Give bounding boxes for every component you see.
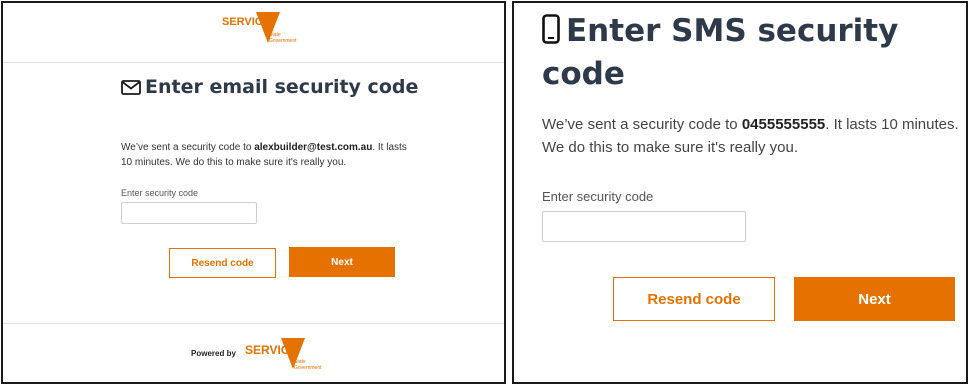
phone-number: 0455555555 bbox=[741, 116, 826, 133]
message-prefix: We’ve sent a security code to bbox=[121, 142, 255, 153]
email-address: alexbuilder@test.com.au bbox=[254, 142, 373, 153]
page-title: Enter email security code bbox=[121, 75, 421, 101]
email-code-panel: SERVICE State Government Enter email sec… bbox=[1, 1, 506, 384]
security-code-input[interactable] bbox=[121, 202, 257, 224]
header: SERVICE State Government bbox=[3, 3, 504, 63]
security-code-input[interactable] bbox=[542, 211, 746, 242]
resend-code-button[interactable]: Resend code bbox=[169, 248, 276, 278]
footer-service-logo: SERVICE State Government bbox=[245, 338, 322, 371]
mobile-phone-icon bbox=[542, 14, 560, 54]
powered-by-label: Powered by bbox=[191, 349, 236, 358]
security-code-label: Enter security code bbox=[542, 189, 654, 204]
title-text: Enter SMS security code bbox=[542, 13, 899, 92]
footer-logo-sub-line2: Government bbox=[294, 365, 322, 371]
instruction-text: We’ve sent a security code to alexbuilde… bbox=[121, 140, 411, 170]
resend-code-button[interactable]: Resend code bbox=[613, 277, 775, 321]
title-text: Enter email security code bbox=[145, 76, 419, 98]
instruction-text: We’ve sent a security code to 0455555555… bbox=[542, 113, 962, 159]
page-title: Enter SMS security code bbox=[542, 11, 962, 94]
footer-logo-word: SERVICE bbox=[245, 343, 297, 357]
envelope-icon bbox=[121, 77, 141, 101]
security-code-label: Enter security code bbox=[121, 188, 199, 198]
logo-word: SERVICE bbox=[222, 16, 270, 28]
next-button[interactable]: Next bbox=[289, 247, 395, 277]
next-button[interactable]: Next bbox=[794, 277, 955, 321]
logo-sub-line2: Government bbox=[269, 38, 297, 44]
service-logo: SERVICE State Government bbox=[222, 12, 297, 44]
sms-code-panel: Enter SMS security code We’ve sent a sec… bbox=[512, 1, 968, 384]
message-prefix: We’ve sent a security code to bbox=[542, 116, 742, 133]
